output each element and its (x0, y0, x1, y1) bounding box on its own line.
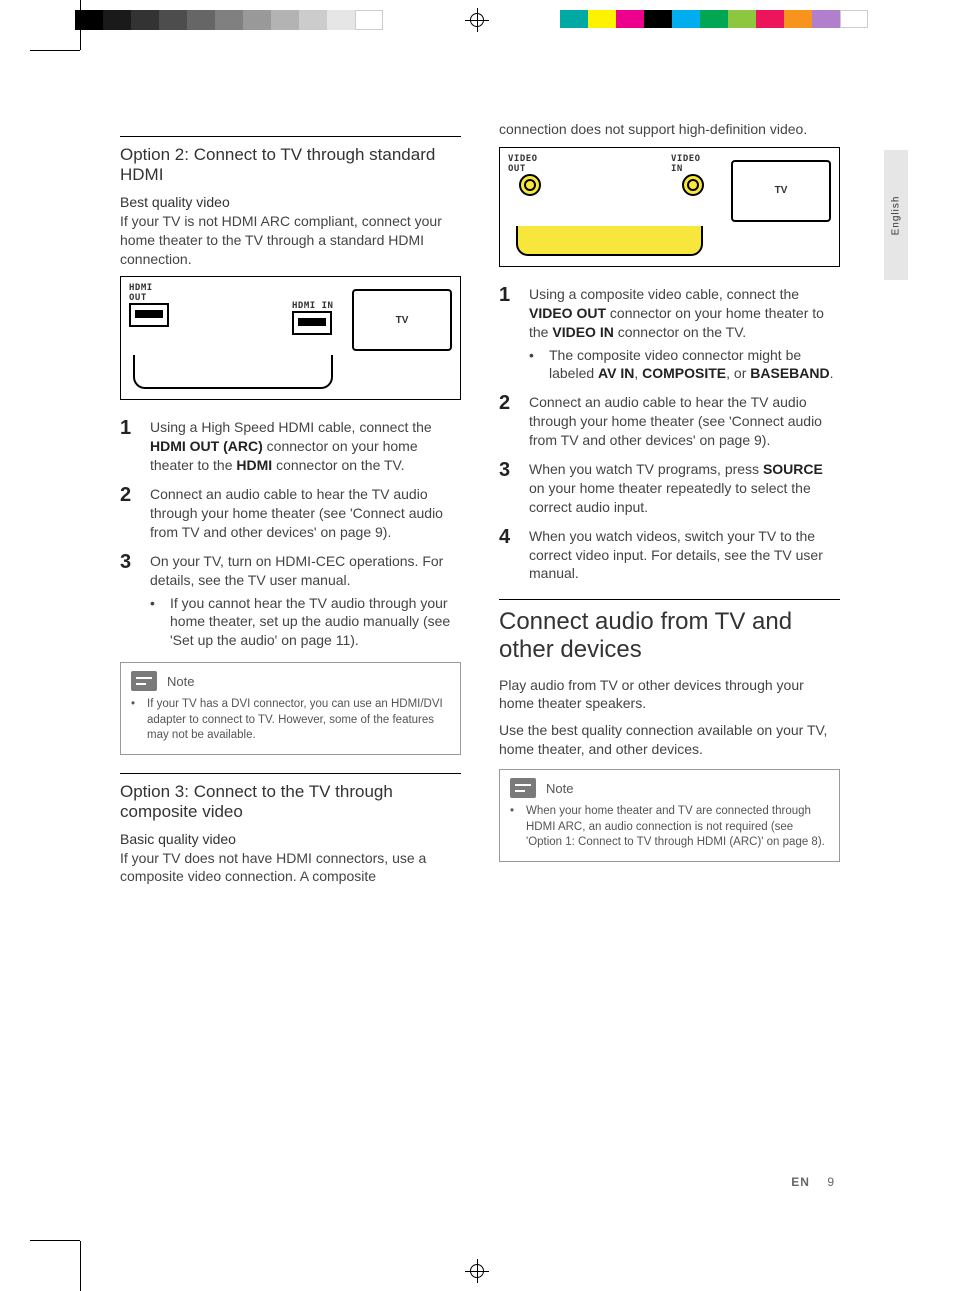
step-item: 1Using a High Speed HDMI cable, connect … (120, 418, 461, 475)
right-column: connection does not support high-definit… (499, 120, 840, 894)
step-item: 3 On your TV, turn on HDMI-CEC operation… (120, 552, 461, 650)
page-footer: EN 9 (791, 1175, 834, 1189)
option2-intro: If your TV is not HDMI ARC compliant, co… (120, 212, 461, 269)
step-item: 2Connect an audio cable to hear the TV a… (120, 485, 461, 542)
color-swatches (560, 10, 868, 28)
note-item: When your home theater and TV are connec… (510, 804, 829, 851)
composite-diagram: VIDEO OUT VIDEO IN TV (499, 147, 840, 267)
connect-audio-note: Note When your home theater and TV are c… (499, 769, 840, 862)
connect-audio-p2: Use the best quality connection availabl… (499, 721, 840, 759)
hdmi-plug-icon (292, 311, 332, 335)
language-tab: English (884, 150, 908, 280)
option3-intro: If your TV does not have HDMI connectors… (120, 849, 461, 887)
note-title: Note (546, 781, 573, 796)
substep-item: If you cannot hear the TV audio through … (150, 594, 461, 651)
option3-subhead: Basic quality video (120, 831, 461, 847)
option3-steps: 1 Using a composite video cable, connect… (499, 285, 840, 583)
grayscale-swatches (75, 10, 383, 30)
video-in-label: VIDEO IN (671, 154, 715, 174)
note-icon (510, 778, 536, 798)
hdmi-plug-icon (129, 303, 169, 327)
option3-heading: Option 3: Connect to the TV through comp… (120, 782, 461, 823)
hdmi-out-label: HDMI OUT (129, 283, 173, 303)
step-item: 4When you watch videos, switch your TV t… (499, 527, 840, 584)
registration-mark-bottom (465, 1259, 489, 1283)
note-title: Note (167, 674, 194, 689)
substep-item: The composite video connector might be l… (529, 346, 840, 384)
option2-steps: 1Using a High Speed HDMI cable, connect … (120, 418, 461, 650)
crop-mark (80, 1241, 81, 1291)
footer-lang: EN (791, 1175, 810, 1189)
rca-plug-icon (519, 174, 541, 196)
crop-mark (80, 0, 81, 50)
note-icon (131, 671, 157, 691)
option2-heading: Option 2: Connect to TV through standard… (120, 145, 461, 186)
page-content: Option 2: Connect to TV through standard… (120, 120, 840, 894)
connect-audio-heading: Connect audio from TV and other devices (499, 608, 840, 663)
page-number: 9 (827, 1175, 834, 1189)
step-item: 1 Using a composite video cable, connect… (499, 285, 840, 383)
left-column: Option 2: Connect to TV through standard… (120, 120, 461, 894)
crop-mark (30, 50, 80, 51)
hdmi-in-label: HDMI IN (292, 301, 336, 311)
registration-mark-top (465, 8, 489, 32)
option3-cont: connection does not support high-definit… (499, 120, 840, 139)
hdmi-diagram: HDMI OUT HDMI IN TV (120, 276, 461, 400)
step-item: 3When you watch TV programs, press SOURC… (499, 460, 840, 517)
connect-audio-p1: Play audio from TV or other devices thro… (499, 676, 840, 714)
tv-icon: TV (731, 160, 831, 222)
note-item: If your TV has a DVI connector, you can … (131, 697, 450, 744)
crop-mark (30, 1240, 80, 1241)
rca-plug-icon (682, 174, 704, 196)
tv-icon: TV (352, 289, 452, 351)
video-out-label: VIDEO OUT (508, 154, 552, 174)
step-item: 2Connect an audio cable to hear the TV a… (499, 393, 840, 450)
option2-subhead: Best quality video (120, 194, 461, 210)
option2-note: Note If your TV has a DVI connector, you… (120, 662, 461, 755)
